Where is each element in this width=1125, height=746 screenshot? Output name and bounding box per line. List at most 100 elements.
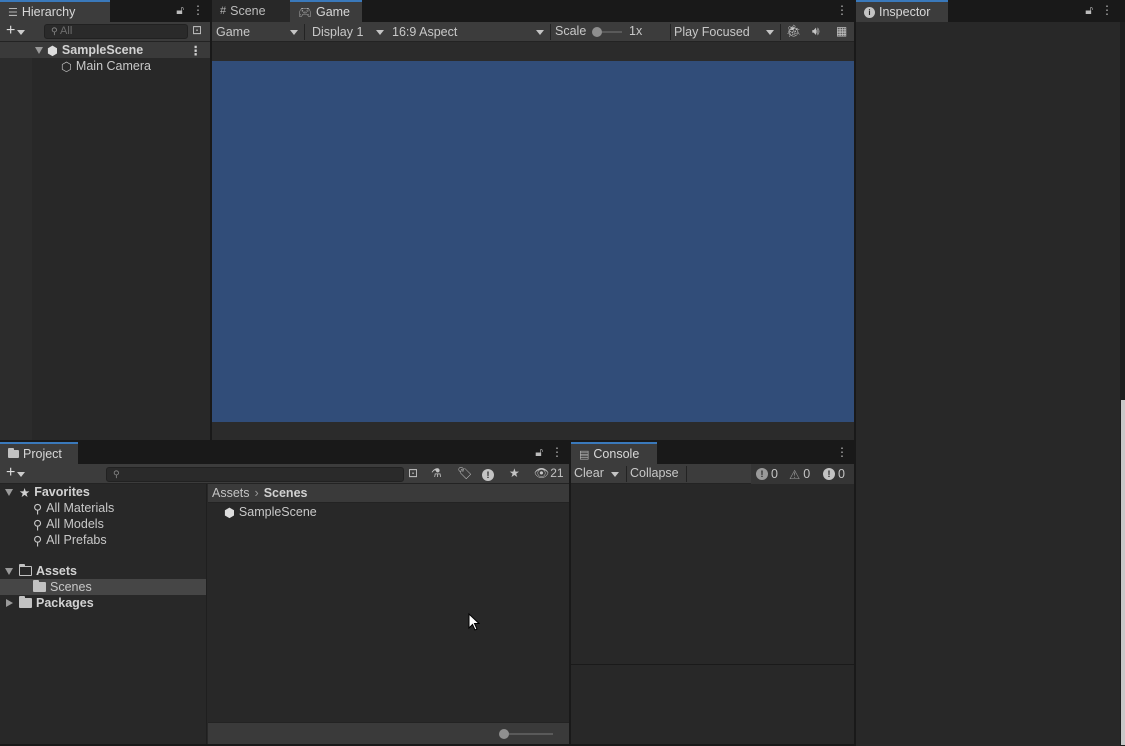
inspector-tabbar: i Inspector 🔓︎ ⋮ xyxy=(856,0,1125,22)
tab-inspector[interactable]: i Inspector xyxy=(856,0,948,22)
aspect-dropdown[interactable]: 16:9 Aspect xyxy=(388,23,548,41)
hierarchy-panel: ☰ Hierarchy 🔓︎ ⋮ + ⚲ All ⊡ ⬢ SampleScene… xyxy=(0,0,210,440)
project-footer xyxy=(208,722,569,744)
folder-icon xyxy=(33,580,46,592)
scene-name: SampleScene xyxy=(61,43,144,57)
add-button[interactable]: + xyxy=(6,22,26,40)
project-search-input[interactable]: ⚲ xyxy=(106,467,404,482)
filter-by-type-icon[interactable]: ⚗ xyxy=(431,466,442,480)
log-count-toggle[interactable]: ! 0 xyxy=(756,465,778,483)
more-options-icon[interactable]: ⋮ xyxy=(836,445,848,459)
tab-console[interactable]: ▤ Console xyxy=(571,442,657,464)
hierarchy-item-label: Main Camera xyxy=(75,59,151,73)
more-options-icon[interactable]: ⋮ xyxy=(192,3,204,18)
inspector-scrollbar-thumb[interactable] xyxy=(1121,400,1125,745)
icon-size-slider-handle[interactable] xyxy=(499,729,509,739)
game-view-bar-top xyxy=(212,42,854,61)
collapse-button[interactable]: Collapse xyxy=(630,466,679,480)
tree-item[interactable]: ⚲ All Prefabs xyxy=(0,532,206,548)
expand-arrow-icon[interactable] xyxy=(35,46,43,54)
scene-more-icon[interactable]: ⋮ xyxy=(190,43,203,58)
scale-slider-handle[interactable] xyxy=(592,27,602,37)
star-icon: ★ xyxy=(19,485,31,500)
clear-button[interactable]: Clear xyxy=(574,466,604,480)
console-panel: ▤ Console ⋮ Clear Collapse ! 0 ⚠ 0 ! 0 xyxy=(571,442,854,744)
tree-item-label: All Prefabs xyxy=(46,533,107,547)
more-options-icon[interactable]: ⋮ xyxy=(551,445,563,460)
project-tabbar: Project 🔓︎ ⋮ xyxy=(0,442,569,464)
tree-assets-label: Assets xyxy=(36,564,77,578)
error-count-toggle[interactable]: ! 0 xyxy=(823,465,845,483)
hidden-count: 21 xyxy=(550,466,564,480)
breadcrumb-current[interactable]: Scenes xyxy=(264,486,308,500)
lock-icon[interactable]: 🔓︎ xyxy=(535,445,543,460)
lock-icon[interactable]: 🔓︎ xyxy=(176,3,184,18)
tab-game[interactable]: 🎮︎ Game xyxy=(290,0,362,22)
search-icon: ⚲ xyxy=(33,501,43,516)
tab-console-label: Console xyxy=(593,447,640,461)
expand-arrow-icon[interactable] xyxy=(5,488,13,496)
more-options-icon[interactable]: ⋮ xyxy=(1101,3,1113,18)
console-icon: ▤ xyxy=(579,448,590,461)
tree-packages-label: Packages xyxy=(36,596,94,610)
gamepad-icon: 🎮︎ xyxy=(298,6,312,19)
display-dropdown[interactable]: Display 1 xyxy=(308,23,388,41)
audio-icon[interactable]: 🔊︎ xyxy=(812,24,820,39)
warning-count-toggle[interactable]: ⚠ 0 xyxy=(789,465,810,483)
inspector-scrollbar[interactable] xyxy=(1120,22,1125,746)
add-button[interactable]: + xyxy=(6,464,26,482)
list-icon: ☰ xyxy=(8,6,18,19)
tab-hierarchy-label: Hierarchy xyxy=(21,5,76,19)
game-toolbar: Game Display 1 16:9 Aspect Scale 1x Play… xyxy=(212,22,854,42)
game-view-canvas[interactable] xyxy=(212,61,854,422)
hierarchy-item[interactable]: ⬡ Main Camera xyxy=(0,58,210,74)
grid-icon: # xyxy=(220,5,227,17)
search-by-type-icon[interactable]: ⊡ xyxy=(192,23,202,37)
search-icon: ⚲ xyxy=(113,469,120,479)
search-by-type-icon[interactable]: ⊡ xyxy=(408,466,418,480)
tab-hierarchy[interactable]: ☰ Hierarchy xyxy=(0,0,110,22)
icon-size-slider[interactable] xyxy=(499,729,553,739)
collapse-arrow-icon[interactable] xyxy=(6,599,13,607)
console-log-list[interactable] xyxy=(571,484,854,664)
tab-scene[interactable]: # Scene xyxy=(212,0,290,22)
tree-item-label: Scenes xyxy=(50,580,92,594)
tab-scene-label: Scene xyxy=(230,4,266,18)
tab-project[interactable]: Project xyxy=(0,442,78,464)
file-item[interactable]: ⬢ SampleScene xyxy=(208,504,569,520)
breadcrumb-root[interactable]: Assets xyxy=(212,486,250,500)
filter-by-log-icon[interactable]: ! xyxy=(482,467,494,481)
play-mode-dropdown-value: Play Focused xyxy=(674,25,750,39)
play-mode-dropdown[interactable]: Play Focused xyxy=(670,23,778,41)
view-dropdown[interactable]: Game xyxy=(212,23,302,41)
more-options-icon[interactable]: ⋮ xyxy=(836,3,848,17)
error-icon: ! xyxy=(823,468,835,480)
tree-favorites-label: Favorites xyxy=(34,485,90,499)
lock-icon[interactable]: 🔓︎ xyxy=(1085,3,1093,18)
favorite-star-icon[interactable]: ★ xyxy=(509,466,520,480)
tree-item[interactable]: ⚲ All Materials xyxy=(0,500,206,516)
hidden-packages-icon[interactable]: 👁︎21 xyxy=(534,466,564,480)
expand-arrow-icon[interactable] xyxy=(5,567,13,575)
scale-slider[interactable] xyxy=(592,27,622,37)
tree-item[interactable]: ⚲ All Models xyxy=(0,516,206,532)
scene-row[interactable]: ⬢ SampleScene ⋮ xyxy=(0,42,210,58)
console-detail-area xyxy=(571,665,854,744)
filter-by-label-icon[interactable]: 🏷︎ xyxy=(457,466,472,480)
log-message-icon: ! xyxy=(756,468,768,480)
clear-options-dropdown[interactable] xyxy=(607,465,625,483)
stats-grid-icon[interactable]: ▦ xyxy=(836,24,847,38)
search-icon: ⚲ xyxy=(33,533,43,548)
tab-inspector-label: Inspector xyxy=(879,5,931,19)
tree-packages[interactable]: Packages xyxy=(0,595,206,611)
scale-label: Scale xyxy=(555,24,587,38)
center-tabbar: # Scene 🎮︎ Game ⋮ xyxy=(212,0,854,22)
bug-icon[interactable]: 🐞︎ xyxy=(786,24,801,38)
project-toolbar: + ⚲ ⊡ ⚗ 🏷︎ ! ★ 👁︎21 xyxy=(0,464,569,484)
tree-item-scenes[interactable]: Scenes xyxy=(0,579,206,595)
hierarchy-search-input[interactable]: ⚲ All xyxy=(44,24,188,39)
search-icon: ⚲ xyxy=(33,517,43,532)
tree-assets[interactable]: Assets xyxy=(0,563,206,579)
tree-favorites[interactable]: ★ Favorites xyxy=(0,484,206,500)
warning-icon: ⚠ xyxy=(789,467,801,482)
